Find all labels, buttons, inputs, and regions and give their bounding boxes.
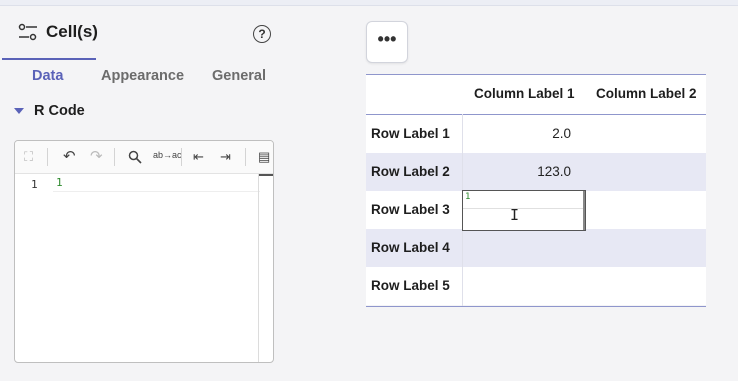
help-icon[interactable]: ? <box>253 25 271 43</box>
outdent-icon[interactable]: ⇤ <box>193 149 204 165</box>
toolbar-divider <box>47 148 48 166</box>
collapse-caret-icon <box>14 108 24 114</box>
code-line[interactable]: 1 <box>53 174 260 192</box>
panel-tabs: Data Appearance General <box>0 60 290 88</box>
cell-value[interactable]: 2.0 <box>552 126 571 141</box>
editor-scrollbar[interactable] <box>258 174 273 362</box>
toolbar-divider <box>181 148 182 166</box>
row-label[interactable]: Row Label 5 <box>371 278 450 293</box>
table-header-row: Column Label 1 Column Label 2 <box>366 75 706 115</box>
replace-icon[interactable]: ab→ac <box>153 150 182 160</box>
toolbar-divider <box>114 148 115 166</box>
table-row: Row Label 4 <box>366 229 706 267</box>
text-cursor-icon: I <box>510 206 520 224</box>
panel-header: Cell(s) <box>18 22 98 42</box>
search-icon[interactable] <box>128 150 142 164</box>
cell-editor-scrollbar <box>583 191 585 230</box>
tab-appearance[interactable]: Appearance <box>101 68 184 84</box>
panel-title: Cell(s) <box>46 22 98 41</box>
line-number: 1 <box>31 178 38 191</box>
row-label[interactable]: Row Label 3 <box>371 202 450 217</box>
table-row: Row Label 2 123.0 <box>366 153 706 191</box>
cell-editor-line-number: 1 <box>465 192 471 202</box>
column-header-2[interactable]: Column Label 2 <box>596 86 697 101</box>
tab-data[interactable]: Data <box>32 68 63 84</box>
r-code-section-toggle[interactable]: R Code <box>14 103 85 119</box>
cell-editor[interactable]: 1 <box>462 190 586 231</box>
tab-general[interactable]: General <box>212 68 266 84</box>
column-header-1[interactable]: Column Label 1 <box>474 86 575 101</box>
section-label: R Code <box>34 103 85 119</box>
redo-icon[interactable]: ↷ <box>90 147 103 165</box>
cell-value[interactable]: 123.0 <box>537 164 571 179</box>
editor-toolbar: ⛶ ↶ ↷ ab→ac ⇤ ⇥ ▤ <box>15 141 273 174</box>
row-label[interactable]: Row Label 2 <box>371 164 450 179</box>
row-label[interactable]: Row Label 1 <box>371 126 450 141</box>
fullscreen-icon[interactable]: ⛶ <box>24 149 33 165</box>
table-row: Row Label 5 <box>366 267 706 305</box>
cell-properties-panel: Cell(s) ? Data Appearance General R Code… <box>0 6 300 381</box>
toolbar-divider <box>245 148 246 166</box>
table-bottom-rule <box>366 306 706 307</box>
indent-icon[interactable]: ⇥ <box>220 149 231 165</box>
line-gutter: 1 <box>15 174 51 362</box>
row-label[interactable]: Row Label 4 <box>371 240 450 255</box>
table-row: Row Label 1 2.0 <box>366 115 706 153</box>
code-editor[interactable]: ⛶ ↶ ↷ ab→ac ⇤ ⇥ ▤ 1 1 <box>14 140 274 363</box>
cell-settings-icon <box>18 23 37 41</box>
undo-icon[interactable]: ↶ <box>63 147 76 165</box>
comment-icon[interactable]: ▤ <box>258 149 270 165</box>
active-tab-indicator <box>2 58 96 60</box>
more-options-button[interactable]: ••• <box>366 21 408 63</box>
cell-editor-line <box>463 208 583 209</box>
